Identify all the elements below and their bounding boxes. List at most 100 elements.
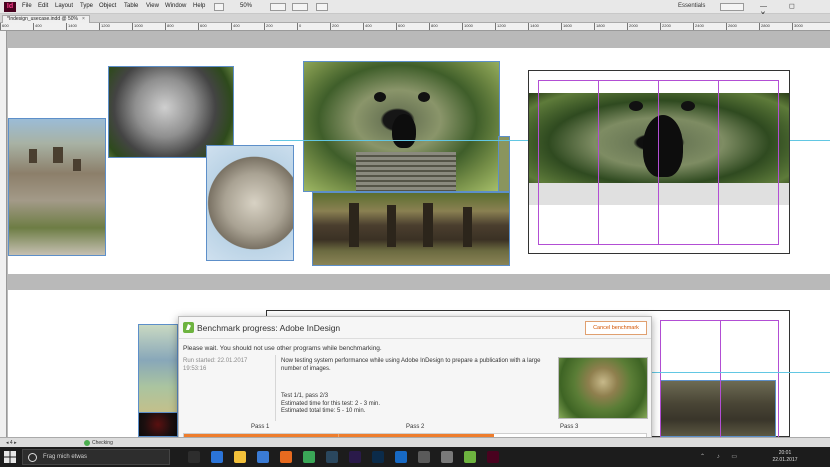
workspace-switcher[interactable]: Essentials	[678, 3, 705, 9]
ruler-tick: 1200	[99, 23, 110, 30]
task-view-icon[interactable]	[188, 451, 200, 463]
image-frame-temple-ruins[interactable]	[312, 192, 510, 266]
preflight-status-icon[interactable]	[84, 440, 90, 446]
arrange-docs-icon[interactable]	[316, 3, 328, 11]
menu-file[interactable]: File	[22, 3, 32, 9]
image-frame-ogre-mouth[interactable]	[303, 61, 500, 192]
ruler-tick: 2800	[759, 23, 770, 30]
ruler-tick: 1400	[528, 23, 539, 30]
column-guide	[718, 80, 719, 245]
menu-table[interactable]: Table	[124, 3, 138, 9]
image-frame-map[interactable]	[138, 324, 178, 414]
ruler-tick: 3000	[792, 23, 803, 30]
layout-page[interactable]	[528, 70, 790, 254]
benchmark-icon[interactable]	[464, 451, 476, 463]
ruler-tick: 1800	[594, 23, 605, 30]
menu-bar: Id File Edit Layout Type Object Table Vi…	[0, 0, 830, 18]
chrome-icon[interactable]	[303, 451, 315, 463]
column-guide	[778, 320, 779, 437]
taskbar-clock[interactable]: 20:01 22.01.2017	[758, 450, 812, 464]
clock-time: 20:01	[778, 450, 792, 456]
margin-guide	[538, 244, 779, 245]
app-icon[interactable]	[418, 451, 430, 463]
ruler-tick: 800	[165, 23, 174, 30]
ruler-tick: 2200	[660, 23, 671, 30]
view-options-icon[interactable]	[270, 3, 286, 11]
column-guide	[778, 80, 779, 245]
clock-date: 22.01.2017	[772, 457, 798, 463]
ruler-tick: 200	[264, 23, 273, 30]
pass-3-label: Pass 3	[560, 424, 579, 430]
ruler-tick: 600	[0, 23, 9, 30]
menu-window[interactable]: Window	[165, 3, 186, 9]
ruler-tick: 2400	[693, 23, 704, 30]
menu-layout[interactable]: Layout	[55, 3, 73, 9]
firefox-icon[interactable]	[280, 451, 292, 463]
image-frame-stone-lion[interactable]	[206, 145, 294, 261]
bridge-icon[interactable]	[214, 3, 224, 11]
test-description: Now testing system performance while usi…	[281, 358, 541, 372]
image-frame-rock-tombs[interactable]	[8, 118, 106, 256]
steam-icon[interactable]	[326, 451, 338, 463]
menu-edit[interactable]: Edit	[38, 3, 48, 9]
document-tab-bar: *Indesign_usecase.indd @ 50% ×	[0, 14, 830, 23]
menu-view[interactable]: View	[146, 3, 159, 9]
run-started-info: Run started: 22.01.2017 19:53:16	[183, 357, 267, 373]
column-guide	[720, 320, 721, 437]
zoom-level[interactable]: 50%	[240, 3, 252, 9]
image-frame-ruins[interactable]	[660, 380, 776, 437]
page-navigator[interactable]: ◂ 4 ▸	[6, 440, 17, 446]
dialog-divider	[275, 355, 276, 421]
ruler-tick: 1200	[495, 23, 506, 30]
ruler-tick: 400	[33, 23, 42, 30]
indesign-icon[interactable]	[487, 451, 499, 463]
ruler-tick: 2000	[627, 23, 638, 30]
screen-mode-icon[interactable]	[292, 3, 308, 11]
test-pass-line: Test 1/1, pass 2/3	[281, 393, 329, 399]
caption-band	[529, 183, 789, 205]
vertical-ruler[interactable]	[0, 31, 7, 437]
taskbar-search[interactable]: Frag mich etwas	[22, 449, 170, 465]
windows-taskbar: Frag mich etwas ⌃ ♪ ▭ 20:01 22.01.2017	[0, 447, 830, 467]
image-frame-wide-ogre[interactable]	[529, 93, 789, 183]
test-status: Test 1/1, pass 2/3 Estimated time for th…	[281, 393, 551, 416]
app2-icon[interactable]	[441, 451, 453, 463]
outlook-icon[interactable]	[395, 451, 407, 463]
column-guide	[660, 320, 661, 437]
benchmark-logo-icon	[183, 322, 194, 333]
cancel-benchmark-button[interactable]: Cancel benchmark	[585, 321, 647, 335]
dialog-title: Benchmark progress: Adobe InDesign	[197, 323, 341, 333]
ruler-guide[interactable]	[640, 372, 830, 373]
run-started-label: Run started: 22.01.2017	[183, 358, 248, 364]
benchmark-preview-image	[558, 357, 648, 419]
ruler-tick: 1400	[66, 23, 77, 30]
premiere-icon[interactable]	[349, 451, 361, 463]
margin-guide	[538, 80, 779, 81]
menu-type[interactable]: Type	[80, 3, 93, 9]
menu-help[interactable]: Help	[193, 3, 205, 9]
column-guide	[538, 80, 539, 245]
horizontal-ruler[interactable]: 600 400 1400 1200 1000 800 600 400 200 0 200 400 600…	[0, 23, 830, 31]
windows-start-icon[interactable]	[3, 450, 17, 464]
ruler-tick: 1000	[132, 23, 143, 30]
ruler-tick: 1600	[561, 23, 572, 30]
image-frame-edge[interactable]	[498, 136, 510, 192]
test-time-estimate: Estimated time for this test: 2 - 3 min.	[281, 400, 381, 407]
ruler-tick: 600	[396, 23, 405, 30]
edge-icon[interactable]	[211, 451, 223, 463]
explorer-icon[interactable]	[234, 451, 246, 463]
store-icon[interactable]	[257, 451, 269, 463]
pass-2-label: Pass 2	[406, 424, 425, 430]
margin-guide	[660, 320, 778, 321]
close-icon[interactable]: ×	[82, 16, 85, 22]
image-frame-dark[interactable]	[138, 412, 178, 437]
document-tab[interactable]: *Indesign_usecase.indd @ 50% ×	[2, 15, 90, 23]
photoshop-icon[interactable]	[372, 451, 384, 463]
ruler-tick: 600	[198, 23, 207, 30]
system-tray[interactable]: ⌃ ♪ ▭	[700, 453, 742, 460]
preflight-status[interactable]: Checking	[92, 440, 113, 446]
pass-1-label: Pass 1	[251, 424, 270, 430]
menu-object[interactable]: Object	[99, 3, 116, 9]
search-stock-field[interactable]	[720, 3, 744, 11]
ruler-tick: 1000	[462, 23, 473, 30]
